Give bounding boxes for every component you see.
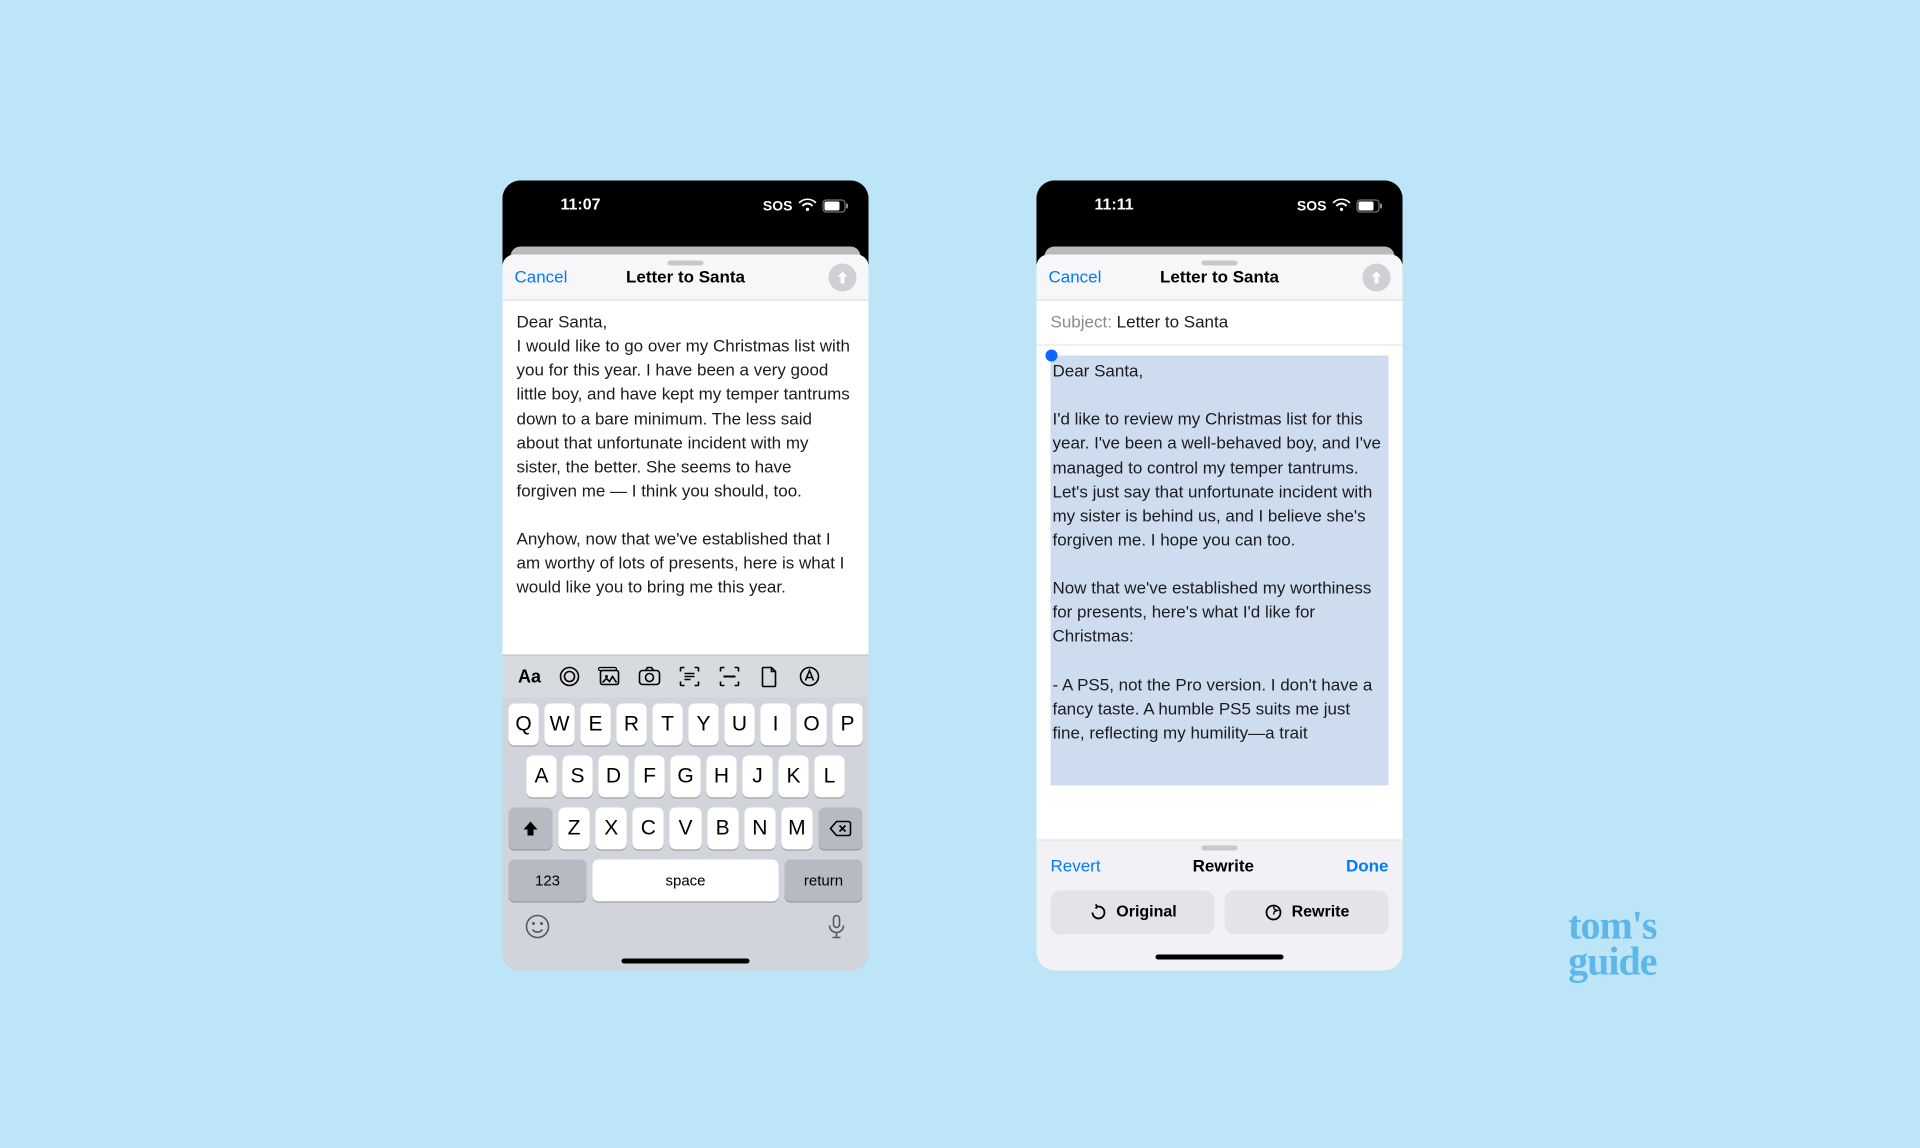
space-key[interactable]: space bbox=[593, 860, 779, 902]
scan-document-icon[interactable] bbox=[717, 664, 743, 690]
nav-title: Letter to Santa bbox=[626, 267, 745, 287]
key-w[interactable]: W bbox=[545, 704, 575, 746]
key-v[interactable]: V bbox=[670, 808, 701, 850]
subject-value: Letter to Santa bbox=[1117, 313, 1229, 332]
status-bar: 11:11 SOS bbox=[1037, 181, 1403, 231]
rewrite-sheet: Revert Rewrite Done Original Rewrite bbox=[1037, 840, 1403, 971]
key-d[interactable]: D bbox=[599, 756, 629, 798]
comparison-canvas: 11:07 SOS Cancel Letter to Santa bbox=[250, 163, 1671, 986]
key-n[interactable]: N bbox=[744, 808, 775, 850]
subject-label: Subject: bbox=[1051, 313, 1112, 332]
key-g[interactable]: G bbox=[671, 756, 701, 798]
keyboard-row-1: QWERTYUIOP bbox=[509, 704, 863, 746]
keyboard-row-3: ZXCVBNM bbox=[509, 808, 863, 850]
key-z[interactable]: Z bbox=[559, 808, 590, 850]
key-b[interactable]: B bbox=[707, 808, 738, 850]
cancel-button[interactable]: Cancel bbox=[515, 267, 585, 287]
keyboard-toolbar: Aa bbox=[503, 655, 869, 698]
status-bar: 11:07 SOS bbox=[503, 181, 869, 231]
key-f[interactable]: F bbox=[635, 756, 665, 798]
key-u[interactable]: U bbox=[725, 704, 755, 746]
scan-text-icon[interactable] bbox=[677, 664, 703, 690]
compose-sheet: Cancel Letter to Santa Dear Santa, I wou… bbox=[503, 255, 869, 971]
sos-label: SOS bbox=[763, 198, 793, 214]
rewrite-button-label: Rewrite bbox=[1292, 904, 1350, 922]
keyboard[interactable]: QWERTYUIOP ASDFGHJKL ZXCVBNM 123 space r… bbox=[503, 698, 869, 904]
original-button-label: Original bbox=[1116, 904, 1176, 922]
original-button[interactable]: Original bbox=[1051, 891, 1215, 935]
cancel-button[interactable]: Cancel bbox=[1049, 267, 1119, 287]
key-e[interactable]: E bbox=[581, 704, 611, 746]
key-c[interactable]: C bbox=[633, 808, 664, 850]
apple-intelligence-icon[interactable] bbox=[557, 664, 583, 690]
status-time: 11:07 bbox=[523, 197, 763, 215]
key-o[interactable]: O bbox=[797, 704, 827, 746]
battery-icon bbox=[1357, 199, 1383, 212]
watermark-logo: tom's guide bbox=[1568, 908, 1656, 980]
key-s[interactable]: S bbox=[563, 756, 593, 798]
sos-label: SOS bbox=[1297, 198, 1327, 214]
key-y[interactable]: Y bbox=[689, 704, 719, 746]
key-k[interactable]: K bbox=[779, 756, 809, 798]
phone-right: 11:11 SOS Cancel Letter to Santa bbox=[1037, 181, 1403, 971]
status-indicators: SOS bbox=[763, 198, 849, 214]
nav-bar: Cancel Letter to Santa bbox=[503, 255, 869, 301]
shift-key[interactable] bbox=[509, 808, 553, 850]
photo-library-icon[interactable] bbox=[597, 664, 623, 690]
key-q[interactable]: Q bbox=[509, 704, 539, 746]
status-time: 11:11 bbox=[1057, 197, 1297, 215]
key-m[interactable]: M bbox=[781, 808, 812, 850]
text-format-button[interactable]: Aa bbox=[517, 664, 543, 690]
attachment-icon[interactable] bbox=[757, 664, 783, 690]
status-indicators: SOS bbox=[1297, 198, 1383, 214]
compose-sheet: Cancel Letter to Santa Subject: Letter t… bbox=[1037, 255, 1403, 971]
revert-button[interactable]: Revert bbox=[1051, 857, 1101, 877]
rewrite-title: Rewrite bbox=[1193, 857, 1254, 877]
key-j[interactable]: J bbox=[743, 756, 773, 798]
emoji-button[interactable] bbox=[525, 914, 551, 945]
email-body[interactable]: Dear Santa, I would like to go over my C… bbox=[503, 301, 869, 655]
send-button[interactable] bbox=[829, 263, 857, 291]
subject-row[interactable]: Subject: Letter to Santa bbox=[1037, 301, 1403, 346]
send-button[interactable] bbox=[1363, 263, 1391, 291]
selection-handle-icon[interactable] bbox=[1046, 350, 1058, 362]
return-key[interactable]: return bbox=[785, 860, 863, 902]
backspace-key[interactable] bbox=[818, 808, 862, 850]
key-i[interactable]: I bbox=[761, 704, 791, 746]
home-indicator[interactable] bbox=[503, 951, 869, 971]
key-t[interactable]: T bbox=[653, 704, 683, 746]
wifi-icon bbox=[799, 199, 817, 213]
battery-icon bbox=[823, 199, 849, 212]
done-button[interactable]: Done bbox=[1346, 857, 1389, 877]
phone-left: 11:07 SOS Cancel Letter to Santa bbox=[503, 181, 869, 971]
dictation-button[interactable] bbox=[827, 914, 847, 945]
key-l[interactable]: L bbox=[815, 756, 845, 798]
selected-text: Dear Santa, I'd like to review my Christ… bbox=[1051, 356, 1389, 786]
nav-bar: Cancel Letter to Santa bbox=[1037, 255, 1403, 301]
camera-icon[interactable] bbox=[637, 664, 663, 690]
numbers-key[interactable]: 123 bbox=[509, 860, 587, 902]
key-r[interactable]: R bbox=[617, 704, 647, 746]
keyboard-area: Aa QWERTYUIOP ASDFGHJKL ZXCVBNM 123 spac bbox=[503, 655, 869, 971]
email-body-selected[interactable]: Dear Santa, I'd like to review my Christ… bbox=[1037, 346, 1403, 840]
rewrite-button[interactable]: Rewrite bbox=[1225, 891, 1389, 935]
key-x[interactable]: X bbox=[596, 808, 627, 850]
markup-icon[interactable] bbox=[797, 664, 823, 690]
keyboard-footer bbox=[503, 904, 869, 951]
keyboard-row-bottom: 123 space return bbox=[509, 860, 863, 902]
key-p[interactable]: P bbox=[833, 704, 863, 746]
nav-title: Letter to Santa bbox=[1160, 267, 1279, 287]
keyboard-row-2: ASDFGHJKL bbox=[509, 756, 863, 798]
key-a[interactable]: A bbox=[527, 756, 557, 798]
home-indicator[interactable] bbox=[1051, 947, 1389, 967]
wifi-icon bbox=[1333, 199, 1351, 213]
key-h[interactable]: H bbox=[707, 756, 737, 798]
